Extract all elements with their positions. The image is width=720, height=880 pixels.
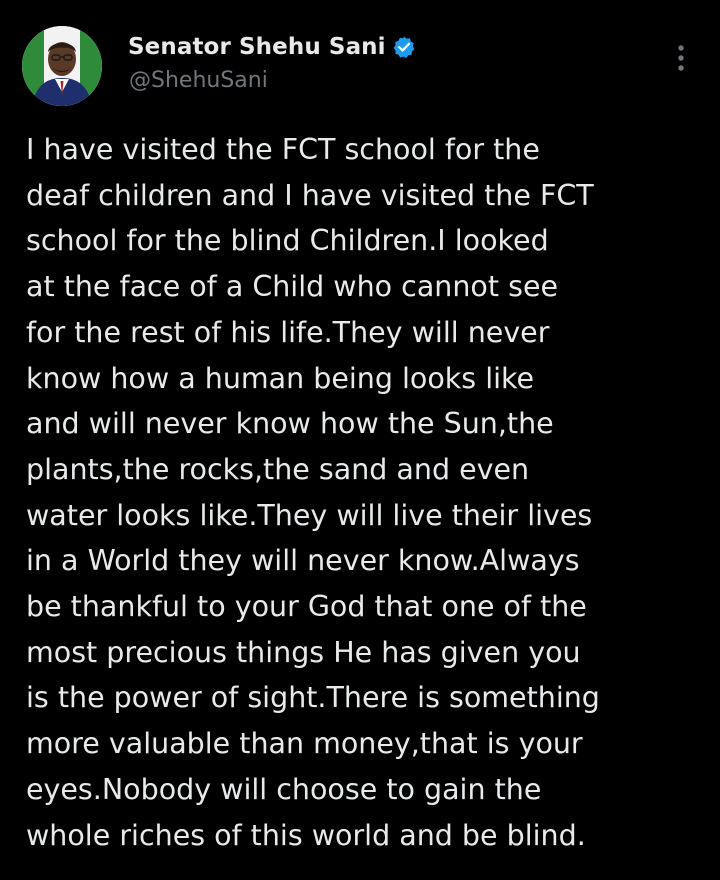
tweet-text-line: at the face of a Child who cannot see bbox=[26, 270, 559, 304]
tweet-text-line: know how a human being looks like bbox=[26, 361, 535, 395]
tweet-text-line: whole riches of this world and be blind. bbox=[26, 818, 586, 852]
tweet-text-line: school for the blind Children.I looked bbox=[26, 224, 549, 258]
author-handle[interactable]: @ShehuSani bbox=[129, 68, 268, 93]
tweet-text-line: water looks like.They will live their li… bbox=[26, 498, 593, 532]
tweet-card: Senator Shehu Sani @ShehuSani I have vis… bbox=[0, 0, 720, 880]
tweet-text-line: is the power of sight.There is something bbox=[26, 681, 600, 715]
verified-badge-icon bbox=[392, 35, 416, 59]
more-options-icon bbox=[678, 45, 684, 71]
tweet-text-line: more valuable than money,that is your bbox=[26, 727, 583, 761]
tweet-text-line: deaf children and I have visited the FCT bbox=[26, 178, 594, 212]
tweet-text-line: and will never know how the Sun,the bbox=[26, 407, 554, 441]
tweet-text-line: plants,the rocks,the sand and even bbox=[26, 452, 530, 486]
tweet-text-line: most precious things He has given you bbox=[26, 635, 581, 669]
tweet-text: I have visited the FCT school for the de… bbox=[26, 127, 706, 858]
tweet-text-line: I have visited the FCT school for the bbox=[26, 133, 540, 166]
tweet-text-line: for the rest of his life.They will never bbox=[26, 315, 550, 349]
tweet-text-line: in a World they will never know.Always bbox=[26, 544, 580, 578]
tweet-text-line: be thankful to your God that one of the bbox=[26, 590, 587, 624]
author-display-name[interactable]: Senator Shehu Sani bbox=[128, 34, 386, 60]
author-name-row: Senator Shehu Sani bbox=[128, 32, 416, 62]
tweet-text-line: eyes.Nobody will choose to gain the bbox=[26, 772, 542, 806]
author-avatar[interactable] bbox=[22, 26, 102, 106]
avatar-photo bbox=[22, 26, 102, 106]
more-options-button[interactable] bbox=[664, 38, 698, 78]
